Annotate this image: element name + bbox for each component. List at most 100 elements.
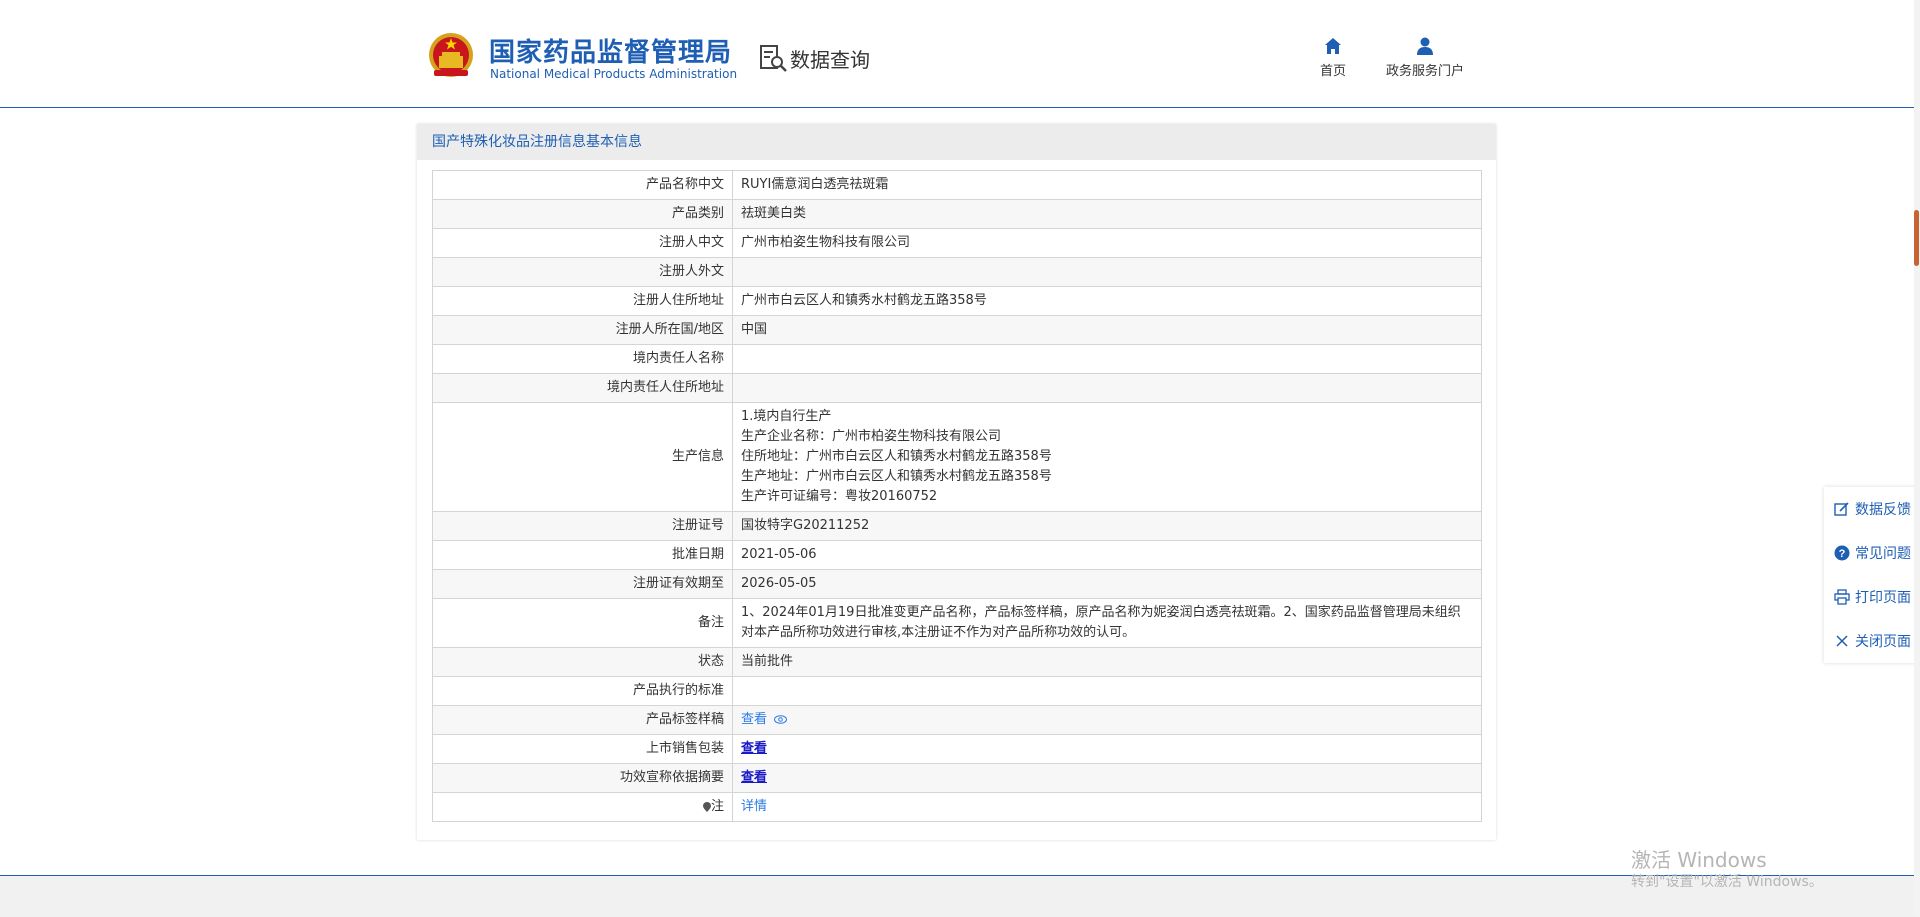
row-label: 注册证号 [432,511,733,541]
production-line: 生产企业名称：广州市柏姿生物科技有限公司 [741,429,1002,444]
faq-label: 常见问题 [1855,546,1911,562]
table-row: 境内责任人名称 [432,344,1482,374]
close-page-label: 关闭页面 [1855,634,1911,650]
row-label: 产品类别 [432,199,733,229]
table-row: 状态 当前批件 [432,647,1482,677]
scrollbar-thumb[interactable] [1914,210,1919,266]
scrollbar-track[interactable] [1914,0,1920,916]
row-label: 注册人外文 [432,257,733,287]
table-row: 注册证有效期至 2026-05-05 [432,569,1482,599]
eye-icon[interactable] [774,715,788,724]
row-value: 详情 [732,792,1482,822]
print-icon [1834,589,1850,605]
row-value: 2026-05-05 [732,569,1482,599]
nav-home[interactable]: 首页 [1316,36,1350,79]
faq-button[interactable]: ? 常见问题 [1824,531,1920,575]
panel-title: 国产特殊化妆品注册信息基本信息 [417,124,1496,160]
table-row: 产品类别 祛斑美白类 [432,199,1482,229]
user-icon [1417,37,1433,55]
row-label: 产品名称中文 [432,170,733,200]
pin-icon [702,801,711,812]
row-label: 注册人住所地址 [432,286,733,316]
table-row: 生产信息 1.境内自行生产 生产企业名称：广州市柏姿生物科技有限公司 住所地址：… [432,402,1482,512]
note-label-cell: 注 [432,792,733,822]
row-label: 注册人中文 [432,228,733,258]
site-title-cn: 国家药品监督管理局 [489,38,733,68]
row-value [732,676,1482,706]
table-row: 产品名称中文 RUYI儒意润白透亮祛斑霜 [432,170,1482,200]
close-page-button[interactable]: 关闭页面 [1824,619,1920,663]
row-value [732,257,1482,287]
view-label-sample-link[interactable]: 查看 [741,712,767,727]
row-label: 上市销售包装 [432,734,733,764]
production-line: 生产许可证编号：粤妆20160752 [741,489,938,504]
row-label: 注册人所在国/地区 [432,315,733,345]
row-value: 当前批件 [732,647,1482,677]
close-icon [1836,635,1848,647]
production-info-value: 1.境内自行生产 生产企业名称：广州市柏姿生物科技有限公司 住所地址：广州市白云… [732,402,1482,512]
row-label: 备注 [432,598,733,648]
row-value [732,373,1482,403]
national-emblem-icon [429,33,473,77]
row-value: 2021-05-06 [732,540,1482,570]
nav-home-label: 首页 [1319,64,1346,79]
production-line: 1.境内自行生产 [741,409,832,424]
row-label: 产品标签样稿 [432,705,733,735]
production-line: 生产地址：广州市白云区人和镇秀水村鹤龙五路358号 [741,469,1052,484]
table-row: 注册人住所地址 广州市白云区人和镇秀水村鹤龙五路358号 [432,286,1482,316]
edit-icon [1834,502,1849,516]
row-value: 国妆特字G20211252 [732,511,1482,541]
table-row: 批准日期 2021-05-06 [432,540,1482,570]
table-row: 功效宣称依据摘要 查看 [432,763,1482,793]
windows-activation-watermark: 激活 Windows [1631,848,1767,872]
info-panel: 国产特殊化妆品注册信息基本信息 产品名称中文 RUYI儒意润白透亮祛斑霜 产品类别… [417,124,1496,840]
table-row: 注册人所在国/地区 中国 [432,315,1482,345]
table-row: 注册人外文 [432,257,1482,287]
site-title-en: National Medical Products Administration [490,67,738,81]
nav-gov-label: 政务服务门户 [1385,64,1464,79]
row-value: 查看 [732,763,1482,793]
table-row: 注册人中文 广州市柏姿生物科技有限公司 [432,228,1482,258]
table-row: 备注 1、2024年01月19日批准变更产品名称，产品标签样稿，原产品名称为妮姿润… [432,598,1482,648]
table-row: 上市销售包装 查看 [432,734,1482,764]
row-value [732,344,1482,374]
row-label: 功效宣称依据摘要 [432,763,733,793]
data-query-heading: 数据查询 [758,42,870,74]
info-table: 产品名称中文 RUYI儒意润白透亮祛斑霜 产品类别 祛斑美白类 注册人中文 广州市柏姿… [432,170,1482,822]
data-feedback-label: 数据反馈 [1855,502,1911,518]
row-value: 中国 [732,315,1482,345]
row-value: RUYI儒意润白透亮祛斑霜 [732,170,1482,200]
row-value: 广州市柏姿生物科技有限公司 [732,228,1482,258]
details-link[interactable]: 详情 [741,799,767,814]
site-header: 国家药品监督管理局 National Medical Products Admi… [0,0,1920,108]
row-label: 注册证有效期至 [432,569,733,599]
row-value: 祛斑美白类 [732,199,1482,229]
home-icon [1325,38,1341,54]
data-feedback-button[interactable]: 数据反馈 [1824,487,1920,531]
windows-activation-hint: 转到"设置"以激活 Windows。 [1631,874,1823,890]
row-label: 生产信息 [432,402,733,512]
view-efficacy-link[interactable]: 查看 [741,770,767,785]
svg-text:?: ? [1839,548,1846,560]
row-value: 广州市白云区人和镇秀水村鹤龙五路358号 [732,286,1482,316]
row-label: 境内责任人住所地址 [432,373,733,403]
table-row: 境内责任人住所地址 [432,373,1482,403]
row-label: 状态 [432,647,733,677]
remarks-value: 1、2024年01月19日批准变更产品名称，产品标签样稿，原产品名称为妮姿润白透… [732,598,1482,648]
table-row: 产品标签样稿 查看 [432,705,1482,735]
question-icon: ? [1834,545,1850,561]
production-line: 住所地址：广州市白云区人和镇秀水村鹤龙五路358号 [741,449,1052,464]
label-sample-value: 查看 [732,705,1482,735]
nav-gov-service-portal[interactable]: 政务服务门户 [1380,36,1470,79]
row-label: 产品执行的标准 [432,676,733,706]
print-page-label: 打印页面 [1855,590,1911,606]
row-value: 查看 [732,734,1482,764]
table-row: 注册证号 国妆特字G20211252 [432,511,1482,541]
print-page-button[interactable]: 打印页面 [1824,575,1920,619]
data-query-label: 数据查询 [790,47,870,72]
side-toolbar: 数据反馈 ? 常见问题 打印页面 关闭页面 [1824,487,1920,663]
view-package-link[interactable]: 查看 [741,741,767,756]
table-row: 产品执行的标准 [432,676,1482,706]
document-search-icon [760,45,787,72]
table-row: 注 详情 [432,792,1482,822]
